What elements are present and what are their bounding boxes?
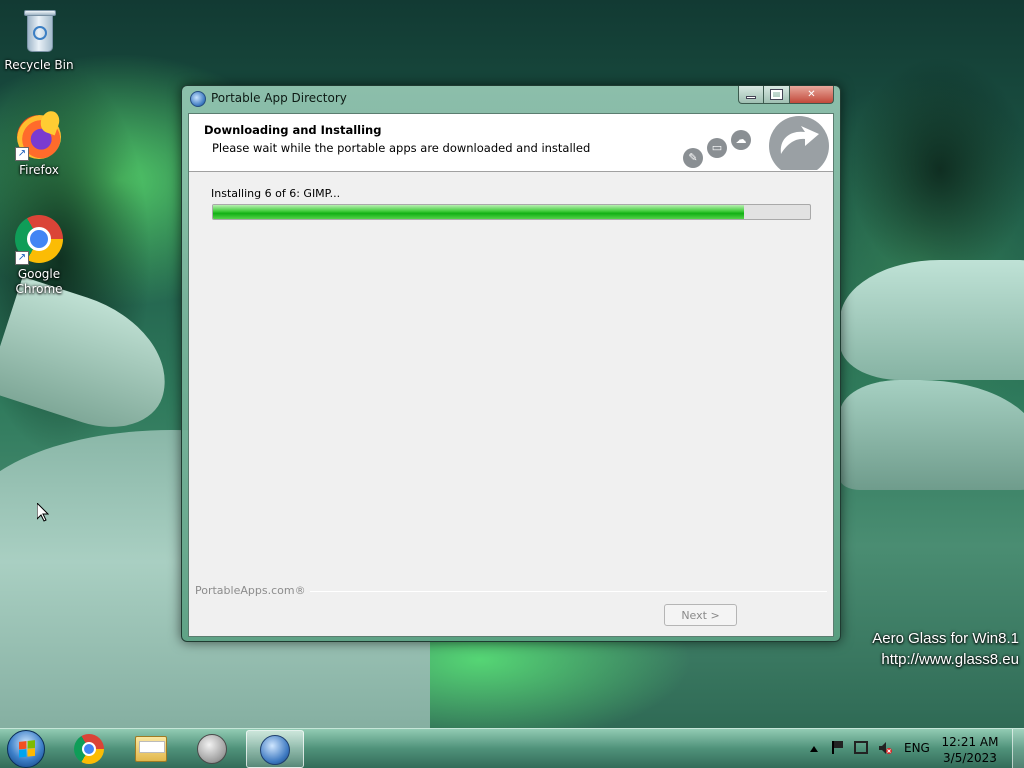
watermark-line-1: Aero Glass for Win8.1 — [872, 630, 1019, 647]
taskbar-portableapps[interactable] — [184, 730, 242, 768]
brand-divider: PortableApps.com® — [195, 584, 827, 598]
clock[interactable]: 12:21 AM 3/5/2023 — [940, 734, 1000, 766]
background-snow — [840, 260, 1024, 380]
window-client-area: Downloading and Installing Please wait w… — [188, 113, 834, 637]
portableapps-logo-icon — [769, 116, 829, 170]
progress-fill — [213, 205, 745, 219]
show-desktop-button[interactable] — [1012, 729, 1024, 768]
taskbar-chrome[interactable] — [60, 730, 118, 768]
clock-date: 3/5/2023 — [943, 751, 997, 765]
chrome-icon: ↗ — [15, 215, 63, 265]
desktop-icon-label: Google Chrome — [15, 267, 63, 296]
taskbar-file-explorer[interactable] — [122, 730, 180, 768]
cloud-icon: ☁ — [731, 130, 751, 150]
chrome-icon — [74, 734, 104, 764]
close-button[interactable]: ✕ — [790, 86, 834, 104]
watermark-line-2: http://www.glass8.eu — [881, 651, 1019, 668]
window-controls: ✕ — [738, 86, 834, 104]
action-center-flag-icon[interactable] — [832, 741, 844, 754]
window-title: Portable App Directory — [211, 91, 347, 105]
brand-text: PortableApps.com® — [195, 584, 310, 597]
desktop-icon-firefox[interactable]: ↗ Firefox — [1, 108, 77, 178]
start-button[interactable] — [7, 730, 45, 768]
installer-window[interactable]: Portable App Directory ✕ Downloading and… — [181, 85, 841, 642]
taskbar: ENG 12:21 AM 3/5/2023 — [0, 728, 1024, 768]
desktop-icon-label: Recycle Bin — [4, 58, 74, 72]
wizard-header: Downloading and Installing Please wait w… — [189, 114, 833, 172]
folder-icon — [135, 736, 167, 762]
clock-time: 12:21 AM — [941, 735, 999, 749]
system-tray: ENG 12:21 AM 3/5/2023 — [784, 729, 1024, 768]
maximize-button[interactable] — [764, 86, 790, 104]
header-graphic: ✎ ▭ ☁ — [683, 114, 833, 172]
header-subtitle: Please wait while the portable apps are … — [212, 141, 591, 155]
install-progress-bar — [212, 204, 811, 220]
divider-line — [299, 591, 827, 592]
install-status-text: Installing 6 of 6: GIMP... — [211, 187, 341, 200]
recycle-bin-icon — [22, 8, 56, 54]
minimize-button[interactable] — [738, 86, 764, 104]
firefox-icon: ↗ — [15, 108, 63, 161]
desktop-icon-google-chrome[interactable]: ↗ Google Chrome — [1, 215, 77, 297]
next-button[interactable]: Next > — [664, 604, 737, 626]
shortcut-arrow-icon: ↗ — [15, 147, 29, 161]
network-icon[interactable] — [854, 741, 868, 754]
window-titlebar[interactable]: Portable App Directory ✕ — [182, 86, 840, 112]
minimize-icon — [746, 96, 756, 99]
globe-icon — [190, 91, 206, 107]
laptop-icon: ▭ — [707, 138, 727, 158]
maximize-icon — [770, 89, 783, 100]
volume-muted-icon[interactable] — [878, 741, 892, 755]
show-hidden-icons-button[interactable] — [810, 746, 818, 752]
desktop-icon-label: Firefox — [19, 163, 59, 177]
taskbar-portable-app-directory[interactable] — [246, 730, 304, 768]
background-snow — [840, 380, 1024, 490]
pencil-icon: ✎ — [683, 148, 703, 168]
windows-logo-icon — [19, 740, 35, 758]
close-icon: ✕ — [807, 89, 816, 100]
header-title: Downloading and Installing — [204, 123, 382, 137]
portableapps-icon — [197, 734, 227, 764]
language-indicator[interactable]: ENG — [904, 741, 930, 755]
shortcut-arrow-icon: ↗ — [15, 251, 29, 265]
aero-glass-watermark: Aero Glass for Win8.1 http://www.glass8.… — [872, 628, 1019, 670]
desktop-icon-recycle-bin[interactable]: Recycle Bin — [1, 8, 77, 73]
globe-icon — [260, 735, 290, 765]
